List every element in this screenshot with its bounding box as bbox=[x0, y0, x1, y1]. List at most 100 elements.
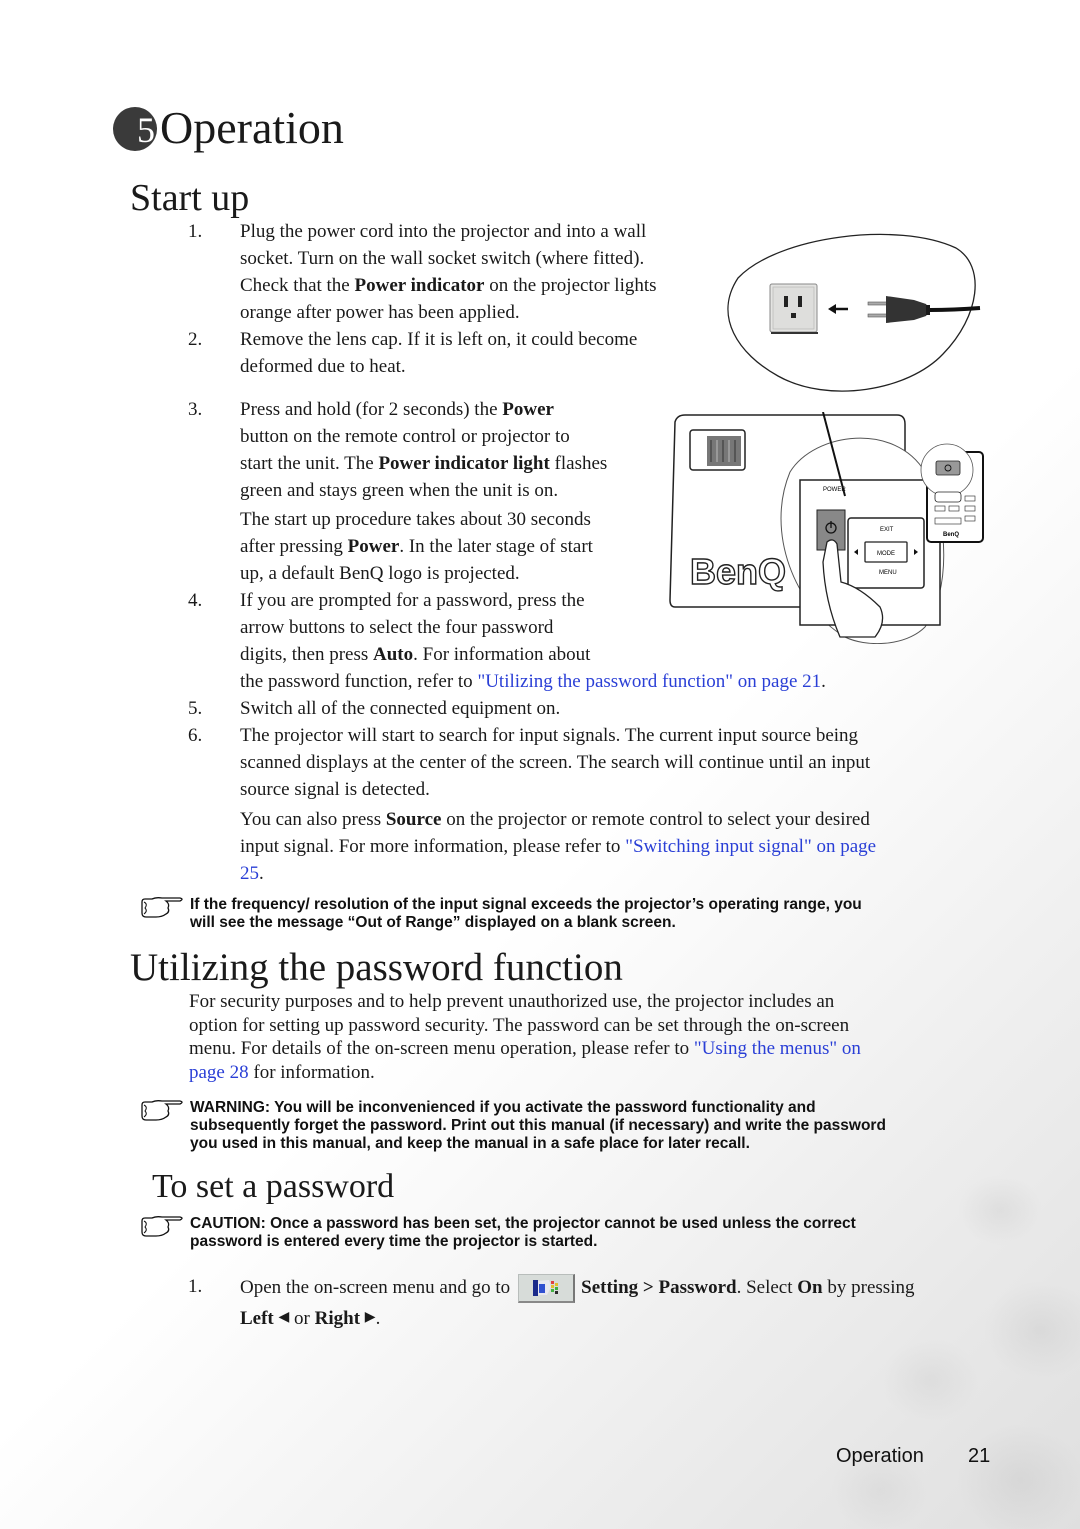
text-line: password is entered every time the proje… bbox=[190, 1233, 598, 1250]
text-span: digits, then press bbox=[240, 644, 373, 665]
step-2-text: Remove the lens cap. If it is left on, i… bbox=[240, 326, 710, 380]
setting-icon-glyph bbox=[533, 1280, 559, 1297]
chapter-number-badge: 5 bbox=[113, 107, 157, 151]
bold-term: Right bbox=[314, 1308, 361, 1330]
section-heading-password-function: Utilizing the password function bbox=[130, 946, 623, 989]
step-number: 3. bbox=[188, 399, 203, 420]
text-span: flashes bbox=[549, 453, 608, 474]
text-line: Plug the power cord into the projector a… bbox=[240, 221, 647, 242]
menu-path: Setting > Password bbox=[581, 1277, 737, 1298]
note-text: CAUTION: Once a password has been set, t… bbox=[190, 1215, 856, 1251]
link-page-28[interactable]: page 28 bbox=[189, 1062, 249, 1083]
benq-logo: BenQ bbox=[690, 551, 786, 592]
text-line: If you are prompted for a password, pres… bbox=[240, 590, 585, 611]
bold-term: Power bbox=[347, 536, 400, 557]
text-span: the password function, refer to bbox=[240, 671, 478, 692]
text-span: Check that the bbox=[240, 275, 355, 296]
power-plug-icon bbox=[867, 296, 981, 323]
step-1-text: Plug the power cord into the projector a… bbox=[240, 218, 720, 326]
pointing-hand-icon bbox=[141, 897, 183, 918]
arrow-right-icon: ▶ bbox=[364, 1310, 376, 1326]
text-line: menu. For details of the on-screen menu … bbox=[189, 1037, 979, 1061]
bold-term: Auto bbox=[373, 644, 414, 665]
remote-control: BenQ bbox=[920, 443, 984, 543]
text-line: button on the remote control or projecto… bbox=[240, 426, 570, 447]
mode-label: MODE bbox=[877, 551, 895, 557]
note-caution: CAUTION: Once a password has been set, t… bbox=[140, 1215, 990, 1255]
footer-page-number: 21 bbox=[968, 1445, 991, 1467]
text-line: You can also press Source on the project… bbox=[240, 806, 980, 833]
callout-outline bbox=[727, 233, 976, 392]
link-using-the-menus[interactable]: "Using the menus" on bbox=[694, 1038, 861, 1059]
text-line: will see the message “Out of Range” disp… bbox=[190, 914, 676, 931]
step-number: 2. bbox=[188, 329, 203, 350]
step-5-text: Switch all of the connected equipment on… bbox=[240, 698, 561, 719]
text-line: The projector will start to search for i… bbox=[240, 725, 859, 746]
text-line: scanned displays at the center of the sc… bbox=[240, 752, 871, 773]
bold-term: On bbox=[797, 1277, 823, 1298]
step-4-text: If you are prompted for a password, pres… bbox=[240, 587, 980, 695]
arrow-left-icon bbox=[828, 304, 848, 314]
step-number: 5. bbox=[188, 698, 203, 719]
chapter-number: 5 bbox=[137, 110, 155, 150]
link-page-25[interactable]: 25 bbox=[240, 863, 259, 884]
link-utilizing-password-function[interactable]: "Utilizing the password function" on pag… bbox=[477, 671, 821, 692]
text-span: menu. For details of the on-screen menu … bbox=[189, 1038, 694, 1059]
step-number: 1. bbox=[188, 221, 203, 242]
text-line: option for setting up password security.… bbox=[189, 1014, 850, 1036]
text-line: you used in this manual, and keep the ma… bbox=[190, 1135, 750, 1152]
arrow-left-icon: ◀ bbox=[278, 1310, 290, 1326]
bold-term: Power indicator light bbox=[378, 453, 550, 474]
text-span: . bbox=[821, 671, 826, 692]
chapter-title: Operation bbox=[160, 102, 344, 153]
text-line: The start up procedure takes about 30 se… bbox=[240, 509, 591, 530]
text-line: socket. Turn on the wall socket switch (… bbox=[240, 248, 645, 269]
text-span: . bbox=[259, 863, 264, 884]
text-line: subsequently forget the password. Print … bbox=[190, 1117, 886, 1134]
text-line: 25. bbox=[240, 860, 980, 887]
text-line: If the frequency/ resolution of the inpu… bbox=[190, 896, 862, 913]
text-line: Left ◀ or Right ▶. bbox=[240, 1303, 1000, 1333]
bold-term: Left bbox=[240, 1308, 274, 1330]
menu-label: MENU bbox=[879, 570, 897, 576]
section-heading-start-up: Start up bbox=[130, 177, 250, 219]
password-intro-text: For security purposes and to help preven… bbox=[189, 990, 979, 1084]
text-span: Press and hold (for 2 seconds) the bbox=[240, 399, 503, 420]
note-text: If the frequency/ resolution of the inpu… bbox=[190, 896, 862, 932]
step-3-text: Press and hold (for 2 seconds) the Power… bbox=[240, 396, 660, 587]
step-6-text: The projector will start to search for i… bbox=[240, 722, 980, 887]
text-line: Open the on-screen menu and go to Settin… bbox=[240, 1273, 1000, 1304]
lens-icon bbox=[707, 436, 741, 466]
step-number: 4. bbox=[188, 590, 203, 611]
exit-label: EXIT bbox=[880, 527, 894, 533]
text-line: CAUTION: Once a password has been set, t… bbox=[190, 1215, 856, 1232]
text-span: by pressing bbox=[822, 1277, 915, 1298]
text-line: input signal. For more information, plea… bbox=[240, 833, 980, 860]
text-line: Remove the lens cap. If it is left on, i… bbox=[240, 329, 638, 350]
text-line: the password function, refer to "Utilizi… bbox=[240, 668, 980, 695]
link-switching-input-signal[interactable]: "Switching input signal" on page bbox=[625, 836, 876, 857]
step-number: 1. bbox=[188, 1276, 203, 1297]
text-line: WARNING: You will be inconvenienced if y… bbox=[190, 1099, 816, 1116]
text-line: up, a default BenQ logo is projected. bbox=[240, 563, 520, 584]
text-span: on the projector or remote control to se… bbox=[441, 809, 870, 830]
set-password-step-1-text: Open the on-screen menu and go to Settin… bbox=[240, 1273, 1000, 1333]
note-text: WARNING: You will be inconvenienced if y… bbox=[190, 1099, 886, 1153]
text-span: . In the later stage of start bbox=[399, 536, 593, 557]
text-span: start the unit. The bbox=[240, 453, 379, 474]
text-span: You can also press bbox=[240, 809, 386, 830]
text-line: orange after power has been applied. bbox=[240, 302, 520, 323]
subsection-heading-set-password: To set a password bbox=[152, 1168, 395, 1205]
bold-term: Power indicator bbox=[354, 275, 485, 296]
text-span: or bbox=[289, 1308, 315, 1330]
wall-outlet-icon bbox=[769, 283, 818, 334]
pointing-hand-icon bbox=[141, 1216, 183, 1237]
bold-term: Power bbox=[502, 399, 554, 420]
note-out-of-range: If the frequency/ resolution of the inpu… bbox=[140, 896, 980, 936]
footer-section-name: Operation bbox=[836, 1445, 924, 1467]
text-line: Check that the Power indicator on the pr… bbox=[240, 272, 720, 299]
text-line: start the unit. The Power indicator ligh… bbox=[240, 450, 660, 477]
text-line: source signal is detected. bbox=[240, 779, 430, 800]
text-line: green and stays green when the unit is o… bbox=[240, 480, 559, 501]
text-span: for information. bbox=[248, 1061, 375, 1083]
